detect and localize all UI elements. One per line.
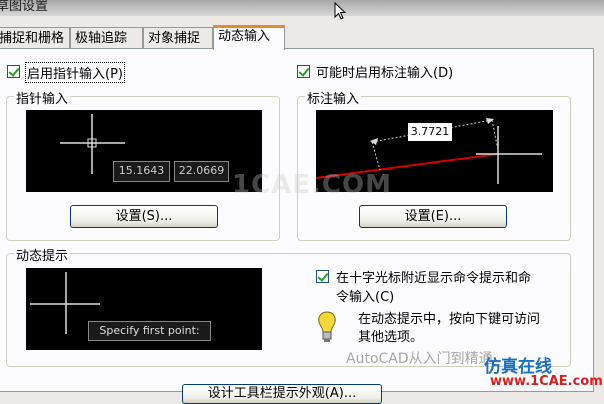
pointer-input-preview: 15.1643 22.0669	[26, 110, 262, 192]
show-command-prompt-label-line1[interactable]: 在十字光标附近显示命令提示和命	[336, 267, 531, 286]
dimension-input-group-label: 标注输入	[305, 88, 362, 107]
mouse-cursor-icon	[334, 2, 347, 20]
show-command-prompt-label-line2[interactable]: 令输入(C)	[336, 286, 394, 305]
tooltip-appearance-button[interactable]: 设计工具栏提示外观(A)...	[182, 384, 382, 404]
dynamic-prompt-preview: Specify first point:	[26, 268, 262, 350]
info-text-line2: 其他选项。	[358, 330, 424, 345]
title-bar: 草图设置	[0, 0, 604, 16]
watermark-center: 1CAE.COM	[232, 170, 392, 200]
enable-pointer-input-checkbox[interactable]	[7, 65, 20, 78]
show-command-prompt-checkbox[interactable]	[316, 270, 329, 283]
dimension-settings-button[interactable]: 设置(E)...	[359, 205, 507, 228]
enable-dimension-input-checkbox[interactable]	[297, 65, 310, 78]
pointer-input-group-label: 指针输入	[14, 88, 71, 107]
enable-pointer-input-label[interactable]: 启用指针输入(P)	[25, 62, 125, 83]
tab-polar-tracking[interactable]: 极轴追踪	[70, 27, 143, 49]
tab-snap-grid[interactable]: 捕捉和栅格	[0, 27, 70, 49]
dimension-value-tooltip: 3.7721	[408, 123, 452, 141]
prompt-tooltip: Specify first point:	[88, 321, 211, 341]
tab-object-snap[interactable]: 对象捕捉	[143, 27, 213, 49]
pointer-settings-button[interactable]: 设置(S)...	[70, 205, 218, 228]
enable-dimension-input-label[interactable]: 可能时启用标注输入(D)	[316, 62, 453, 81]
lightbulb-icon	[318, 311, 336, 342]
info-text-line1: 在动态提示中，按向下键可访问	[358, 312, 541, 327]
window-title: 草图设置	[0, 0, 49, 14]
tab-strip: 捕捉和栅格 极轴追踪 对象捕捉 动态输入	[0, 25, 604, 50]
pointer-x-tooltip: 15.1643	[113, 161, 170, 182]
tab-dynamic-input[interactable]: 动态输入	[213, 25, 285, 50]
dynamic-prompts-group-label: 动态提示	[14, 245, 71, 264]
pointer-y-tooltip: 22.0669	[174, 161, 229, 182]
watermark-wechat: AutoCAD从入门到精通	[346, 351, 493, 367]
watermark-site: www.1CAE.com	[490, 374, 603, 389]
